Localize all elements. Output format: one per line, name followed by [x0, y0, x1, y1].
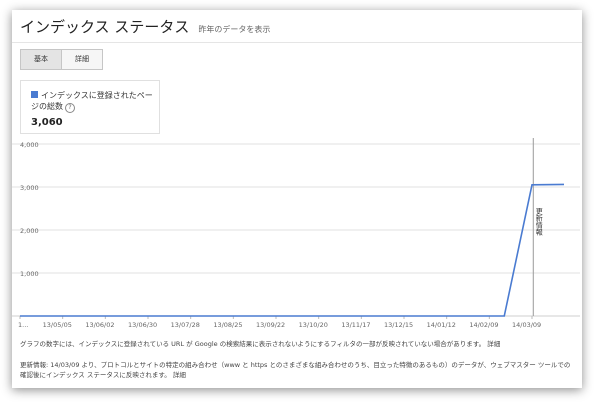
- chart-note-text: グラフの数字には、インデックスに登録されている URL が Google の検索…: [20, 340, 486, 348]
- y-tick-label: 3,000: [20, 184, 39, 192]
- x-tick-label: 13/12/15: [384, 321, 413, 329]
- x-tick-label: 14/03/09: [512, 321, 541, 329]
- x-tick-label: 13/06/02: [85, 321, 114, 329]
- tab-advanced[interactable]: 詳細: [61, 49, 103, 70]
- page-subtitle: 昨年のデータを表示: [198, 25, 271, 34]
- total-indexed-label-row: インデックスに登録されたページの総数?: [31, 90, 156, 113]
- page-title: インデックス ステータス: [20, 18, 190, 36]
- total-indexed-card: インデックスに登録されたページの総数? 3,060: [20, 80, 160, 134]
- y-tick-label: 4,000: [20, 141, 39, 149]
- x-tick-label: 13/07/28: [171, 321, 200, 329]
- total-indexed-value: 3,060: [31, 117, 63, 128]
- y-tick-label: 1,000: [20, 270, 39, 278]
- view-tabs: 基本 詳細: [20, 49, 103, 70]
- x-tick-label: 13/05/05: [43, 321, 72, 329]
- x-tick-label: 13/11/17: [341, 321, 370, 329]
- x-tick-label: 13/06/30: [128, 321, 157, 329]
- x-tick-label: 1...: [18, 321, 28, 329]
- x-tick-label: 13/08/25: [213, 321, 242, 329]
- update-note-details-link[interactable]: 詳細: [173, 371, 186, 379]
- chart-note-details-link[interactable]: 詳細: [487, 340, 500, 348]
- series-line: [20, 183, 565, 317]
- y-tick-label: 2,000: [20, 227, 39, 235]
- header-divider: [12, 42, 582, 43]
- x-tick-label: 13/10/20: [299, 321, 328, 329]
- header: インデックス ステータス 昨年のデータを表示: [20, 16, 270, 37]
- x-tick-label: 13/09/22: [256, 321, 285, 329]
- x-tick-label: 14/02/09: [469, 321, 498, 329]
- series-color-swatch[interactable]: [31, 91, 38, 98]
- index-status-chart: 4,000 3,000 2,000 1,000 1... 13/05/05 13/06/02…: [12, 138, 580, 329]
- x-tick-label: 14/01/12: [427, 321, 456, 329]
- annotation-label: 更新情報: [535, 207, 543, 236]
- total-indexed-label: インデックスに登録されたページの総数: [31, 91, 153, 111]
- update-note: 更新情報: 14/03/09 より、プロトコルとサイトの特定の組み合わせ（www…: [20, 360, 575, 380]
- update-note-text: 更新情報: 14/03/09 より、プロトコルとサイトの特定の組み合わせ（www…: [20, 361, 571, 379]
- tab-basic[interactable]: 基本: [20, 49, 61, 70]
- help-icon[interactable]: ?: [65, 103, 75, 113]
- chart-note: グラフの数字には、インデックスに登録されている URL が Google の検索…: [20, 339, 575, 349]
- index-status-panel: インデックス ステータス 昨年のデータを表示 基本 詳細 インデックスに登録され…: [12, 10, 582, 388]
